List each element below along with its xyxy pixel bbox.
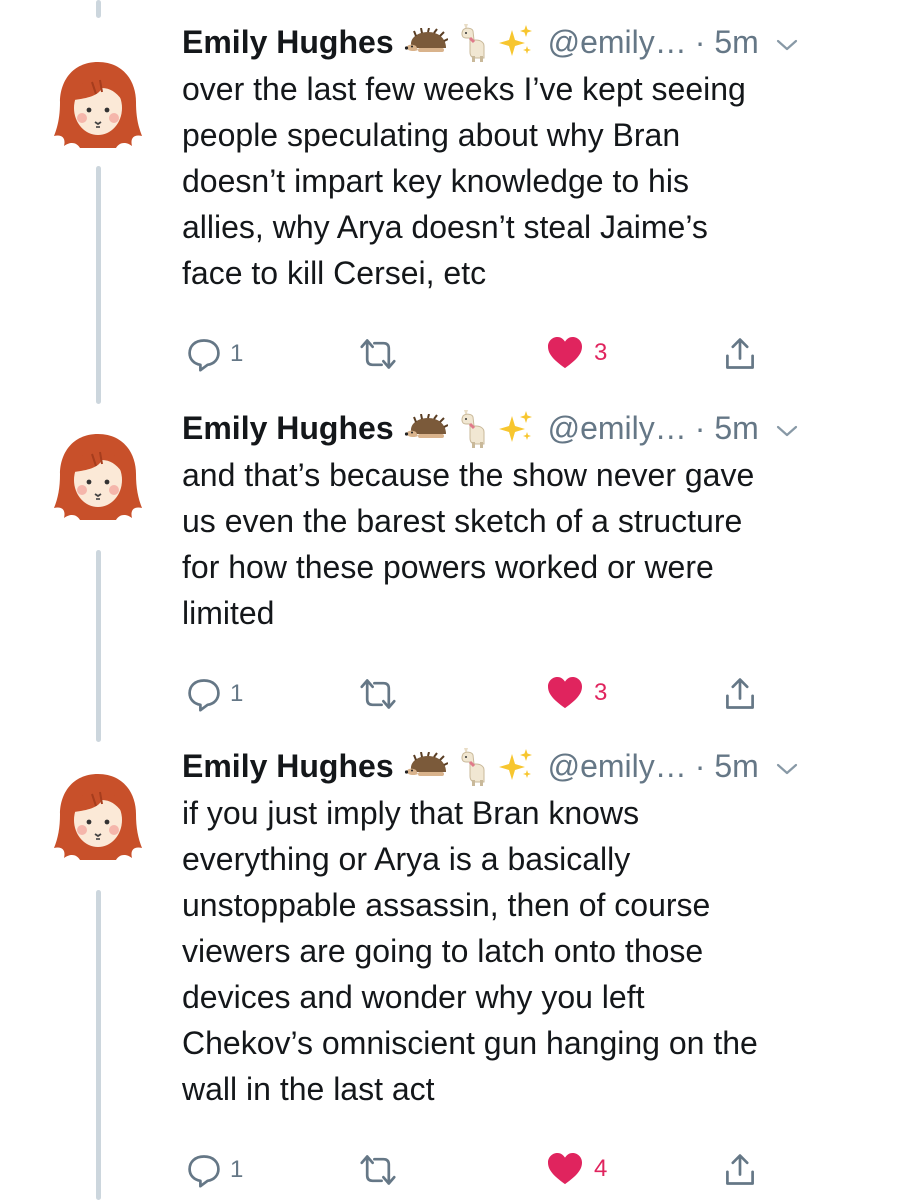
author-name[interactable]: Emily Hughes: [182, 410, 394, 447]
retweet-button[interactable]: [358, 336, 398, 372]
tweet-header: Emily Hughes @emily… · 5m: [182, 744, 872, 788]
chevron-down-icon[interactable]: [775, 24, 799, 61]
hedgehog-icon: [404, 28, 448, 56]
author-handle[interactable]: @emily…: [548, 748, 687, 785]
tweet-time[interactable]: · 5m: [695, 24, 759, 61]
avatar[interactable]: [52, 768, 144, 860]
tweet-text-line: everything or Arya is a basically: [182, 841, 631, 877]
tweet-text-line: doesn’t impart key knowledge to his: [182, 163, 689, 199]
author-handle[interactable]: @emily…: [548, 24, 687, 61]
tweet-text-line: for how these powers worked or were: [182, 549, 714, 585]
tweet-text-line: limited: [182, 595, 275, 631]
thread-line-1: [96, 166, 101, 404]
like-button[interactable]: 3: [546, 336, 607, 370]
tweet-time[interactable]: · 5m: [695, 748, 759, 785]
share-icon: [722, 676, 758, 712]
thread-line-top: [96, 0, 101, 18]
author-name[interactable]: Emily Hughes: [182, 24, 394, 61]
author-name[interactable]: Emily Hughes: [182, 748, 394, 785]
avatar[interactable]: [52, 56, 144, 148]
reply-button[interactable]: 1: [186, 676, 243, 712]
retweet-icon: [358, 676, 398, 712]
heart-icon: [546, 676, 584, 710]
like-count: 3: [594, 339, 608, 366]
heart-icon: [546, 1152, 584, 1186]
reply-button[interactable]: 1: [186, 336, 243, 372]
reply-icon: [186, 336, 222, 372]
tweet-actions: 1 3: [182, 336, 872, 376]
tweet-content: Emily Hughes @emily… · 5m and that’s bec…: [182, 406, 872, 716]
tweet-text-line: viewers are going to latch onto those: [182, 933, 704, 969]
tweet-text-line: over the last few weeks I’ve kept seeing: [182, 71, 746, 107]
retweet-button[interactable]: [358, 1152, 398, 1188]
tweet-header: Emily Hughes @emily… · 5m: [182, 406, 872, 450]
share-icon: [722, 336, 758, 372]
tweet-text-line: people speculating about why Bran: [182, 117, 681, 153]
hedgehog-icon: [404, 414, 448, 442]
tweet-text-line: face to kill Cersei, etc: [182, 255, 487, 291]
tweet-actions: 1 3: [182, 676, 872, 716]
share-button[interactable]: [722, 676, 758, 712]
share-button[interactable]: [722, 336, 758, 372]
tweet-text-line: if you just imply that Bran knows: [182, 795, 640, 831]
author-handle[interactable]: @emily…: [548, 410, 687, 447]
tweet-text-line: wall in the last act: [182, 1071, 435, 1107]
chevron-down-icon[interactable]: [775, 410, 799, 447]
llama-icon: [458, 408, 488, 448]
tweet-content: Emily Hughes @emily… · 5m if you just im…: [182, 744, 872, 1192]
tweet-time[interactable]: · 5m: [695, 410, 759, 447]
like-button[interactable]: 3: [546, 676, 607, 710]
tweet-text: over the last few weeks I’ve kept seeing…: [182, 66, 872, 296]
reply-button[interactable]: 1: [186, 1152, 243, 1188]
hedgehog-icon: [404, 752, 448, 780]
reply-icon: [186, 1152, 222, 1188]
reply-count: 1: [230, 1156, 244, 1183]
tweet-text-line: allies, why Arya doesn’t steal Jaime’s: [182, 209, 708, 245]
tweet-header: Emily Hughes @emily… · 5m: [182, 20, 872, 64]
llama-icon: [458, 22, 488, 62]
tweet-text: and that’s because the show never gave u…: [182, 452, 872, 636]
sparkles-icon: [498, 24, 534, 60]
avatar[interactable]: [52, 428, 144, 520]
reply-count: 1: [230, 680, 244, 707]
like-count: 3: [594, 679, 608, 706]
like-button[interactable]: 4: [546, 1152, 607, 1186]
tweet-content: Emily Hughes @emily… · 5m over the last …: [182, 20, 872, 376]
reply-count: 1: [230, 340, 244, 367]
retweet-icon: [358, 336, 398, 372]
tweet-text-line: us even the barest sketch of a structure: [182, 503, 743, 539]
thread-line-3: [96, 890, 101, 1200]
like-count: 4: [594, 1155, 608, 1182]
heart-icon: [546, 336, 584, 370]
llama-icon: [458, 746, 488, 786]
tweet-text-line: unstoppable assassin, then of course: [182, 887, 711, 923]
share-button[interactable]: [722, 1152, 758, 1188]
tweet-text-line: Chekov’s omniscient gun hanging on the: [182, 1025, 758, 1061]
sparkles-icon: [498, 748, 534, 784]
tweet-text-line: and that’s because the show never gave: [182, 457, 755, 493]
tweet-text: if you just imply that Bran knows everyt…: [182, 790, 872, 1112]
tweet-actions: 1 4: [182, 1152, 872, 1192]
tweet-text-line: devices and wonder why you left: [182, 979, 645, 1015]
retweet-button[interactable]: [358, 676, 398, 712]
chevron-down-icon[interactable]: [775, 748, 799, 785]
retweet-icon: [358, 1152, 398, 1188]
thread-line-2: [96, 550, 101, 742]
sparkles-icon: [498, 410, 534, 446]
reply-icon: [186, 676, 222, 712]
share-icon: [722, 1152, 758, 1188]
